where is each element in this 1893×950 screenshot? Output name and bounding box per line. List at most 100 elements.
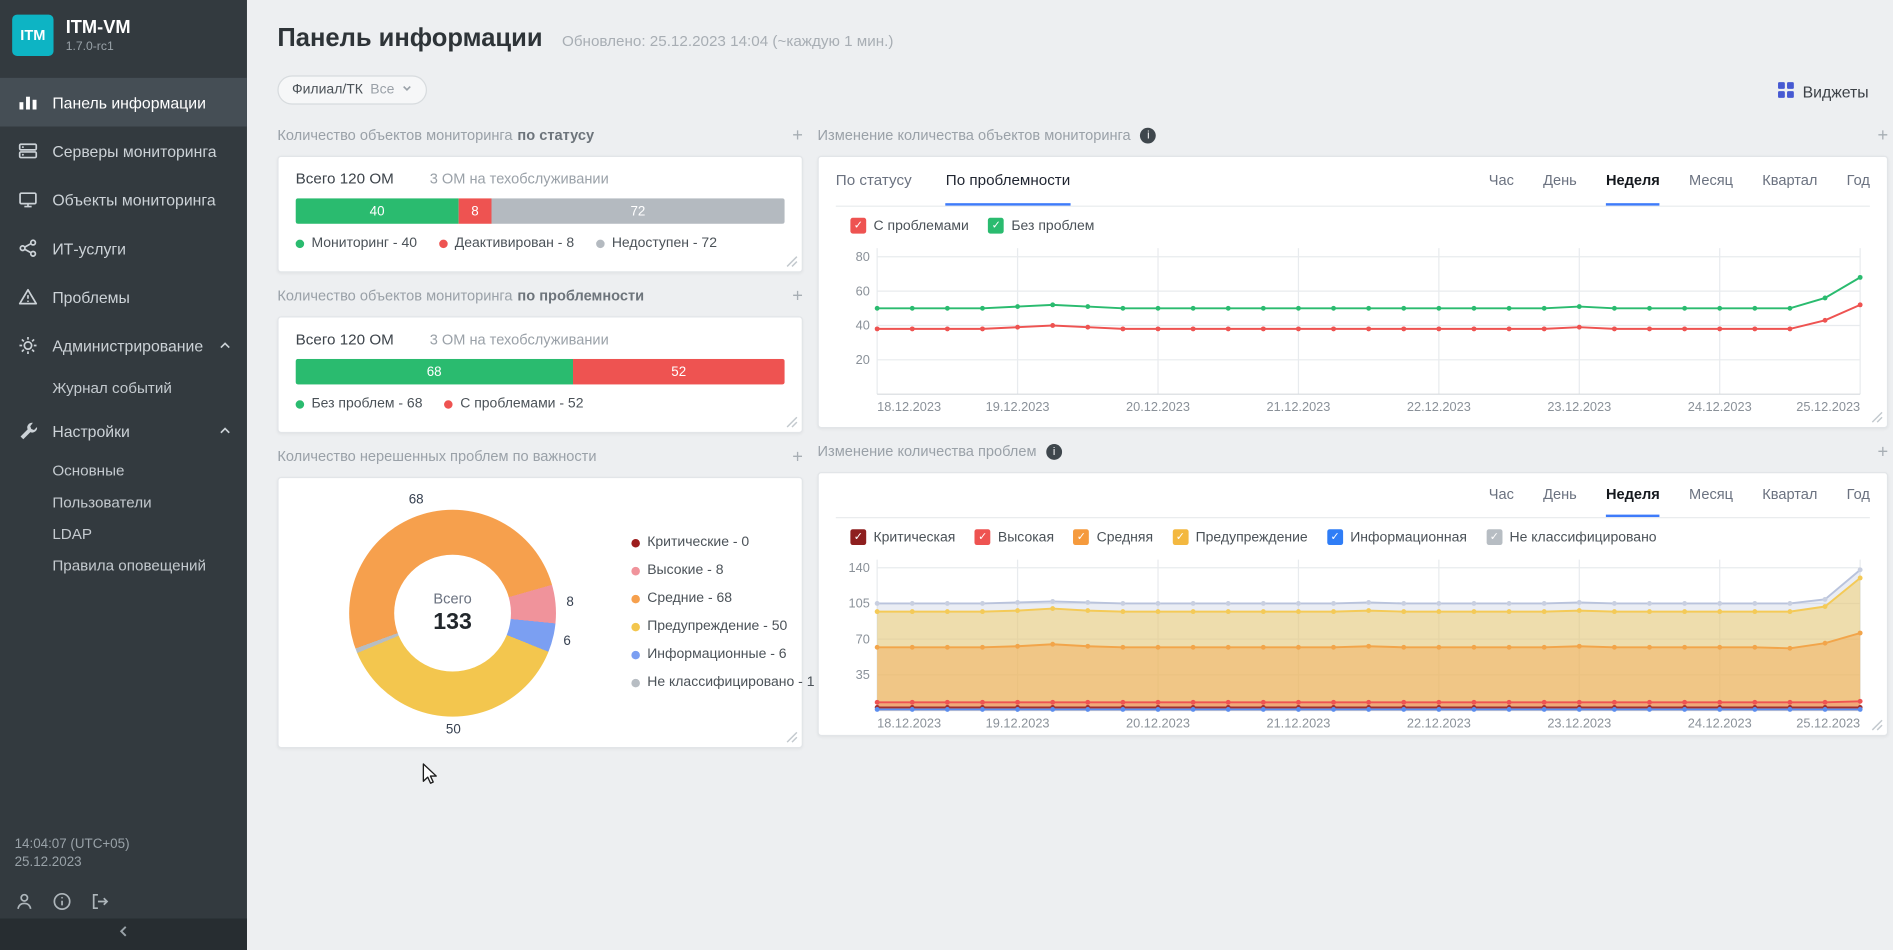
branch-filter-chip[interactable]: Филиал/ТК Все: [277, 75, 428, 105]
tab-time-range[interactable]: Квартал: [1762, 473, 1817, 517]
tab-time-range[interactable]: Год: [1847, 157, 1870, 206]
drag-handle-icon[interactable]: [1877, 442, 1888, 460]
resize-handle-icon[interactable]: [786, 255, 798, 267]
legend-dot: [438, 239, 448, 248]
sidebar-collapse-button[interactable]: [0, 918, 247, 950]
legend-label: Средние - 68: [647, 591, 733, 606]
grid-icon: [1777, 81, 1794, 102]
info-icon[interactable]: [1140, 127, 1157, 143]
tab-time-range[interactable]: Месяц: [1689, 157, 1733, 206]
resize-handle-icon[interactable]: [1871, 411, 1883, 423]
tab-chart-mode[interactable]: По проблемности: [945, 157, 1071, 206]
sidebar-item-settings-ldap[interactable]: LDAP: [0, 518, 247, 550]
sidebar-item-settings-basic[interactable]: Основные: [0, 455, 247, 487]
info-icon[interactable]: [1046, 443, 1063, 460]
svg-text:18.12.2023: 18.12.2023: [877, 716, 941, 731]
widget-title-text: Количество объектов мониторинга: [277, 126, 513, 144]
checkbox-icon[interactable]: [1172, 529, 1189, 546]
sidebar-item-label: Серверы мониторинга: [52, 141, 217, 160]
widget-problems-by-severity: Количество нерешенных проблем по важност…: [277, 448, 815, 749]
om-change-line-chart: 18.12.2023 19.12.2023 20.12.2023 21.12.2023…: [856, 248, 1863, 414]
sidebar-item-administration[interactable]: Администрирование: [0, 321, 247, 370]
legend-label: Высокая: [997, 529, 1055, 545]
legend-checkbox-item[interactable]: Информационная: [1327, 529, 1467, 546]
sidebar-item-settings[interactable]: Настройки: [0, 406, 247, 455]
widget-title: Изменение количества проблем: [818, 443, 1889, 460]
widget-title-text: Изменение количества проблем: [817, 442, 1037, 460]
tab-time-range[interactable]: День: [1543, 157, 1577, 206]
checkbox-icon[interactable]: [1486, 529, 1503, 546]
widget-title: Количество нерешенных проблем по важност…: [277, 448, 803, 465]
tab-time-range[interactable]: День: [1543, 473, 1577, 517]
sidebar-item-it-services[interactable]: ИТ-услуги: [0, 224, 247, 273]
sidebar-item-settings-users[interactable]: Пользователи: [0, 487, 247, 519]
sidebar: ITM ITM-VM 1.7.0-rc1 Панель информации С…: [0, 0, 247, 950]
sidebar-item-event-log[interactable]: Журнал событий: [0, 370, 247, 406]
legend-checkbox-item[interactable]: Средняя: [1073, 529, 1153, 546]
legend-item: Без проблем - 68: [295, 397, 422, 411]
legend-dot: [295, 239, 305, 248]
tab-time-range[interactable]: Час: [1489, 473, 1514, 517]
legend-label: Информационные - 6: [647, 647, 787, 662]
svg-text:105: 105: [849, 596, 870, 611]
checkbox-icon[interactable]: [850, 529, 867, 546]
drag-handle-icon[interactable]: [1877, 126, 1888, 144]
widgets-button[interactable]: Виджеты: [1777, 75, 1869, 107]
info-icon[interactable]: [52, 892, 71, 911]
last-updated-text: Обновлено: 25.12.2023 14:04 (~каждую 1 м…: [562, 32, 894, 50]
resize-handle-icon[interactable]: [1871, 719, 1883, 731]
tab-time-range[interactable]: Час: [1489, 157, 1514, 206]
filter-value: Все: [370, 82, 395, 98]
bar-segment: 40: [295, 198, 459, 224]
sidebar-item-label: Настройки: [52, 421, 130, 440]
status-legend: Мониторинг - 40 Деактивирован - 8 Недоступ…: [295, 236, 785, 251]
totals-row: Всего 120 ОМ 3 ОМ на техобслуживании: [296, 331, 785, 348]
checkbox-icon[interactable]: [974, 529, 991, 546]
checkbox-icon[interactable]: [1073, 529, 1090, 546]
donut-center: Всего 133: [394, 554, 511, 671]
svg-text:21.12.2023: 21.12.2023: [1266, 399, 1330, 414]
sidebar-item-dashboard[interactable]: Панель информации: [0, 77, 247, 127]
drag-handle-icon[interactable]: [792, 287, 803, 305]
legend-dot: [295, 399, 305, 409]
share-icon: [17, 238, 39, 257]
user-icon[interactable]: [15, 892, 34, 911]
chart-controls-row: Час День Неделя Месяц Квартал Год: [835, 473, 1870, 519]
svg-text:20.12.2023: 20.12.2023: [1126, 716, 1190, 731]
legend-checkbox-item[interactable]: Не классифицировано: [1486, 529, 1657, 546]
sidebar-menu: Панель информации Серверы мониторинга Об…: [0, 77, 247, 582]
legend-checkbox-item[interactable]: С проблемами: [850, 217, 969, 234]
tab-time-range[interactable]: Неделя: [1605, 473, 1660, 518]
tab-time-range[interactable]: Неделя: [1605, 157, 1660, 206]
sidebar-item-label: ИТ-услуги: [52, 239, 126, 258]
sidebar-item-label: Основные: [52, 462, 125, 480]
tab-time-range[interactable]: Месяц: [1689, 473, 1733, 517]
tab-time-range[interactable]: Год: [1847, 473, 1870, 517]
sidebar-item-settings-alert-rules[interactable]: Правила оповещений: [0, 550, 247, 582]
app-name: ITM-VM: [65, 17, 131, 38]
checkbox-icon[interactable]: [850, 217, 867, 234]
legend-checkbox-item[interactable]: Высокая: [974, 529, 1055, 546]
drag-handle-icon[interactable]: [792, 126, 803, 144]
legend-label: С проблемами - 52: [460, 396, 584, 412]
legend-checkbox-item[interactable]: Без проблем: [988, 217, 1094, 234]
legend-checkbox-item[interactable]: Критическая: [850, 529, 955, 546]
resize-handle-icon[interactable]: [786, 731, 798, 743]
sidebar-item-objects[interactable]: Объекты мониторинга: [0, 175, 247, 224]
resize-handle-icon[interactable]: [786, 416, 798, 428]
logout-icon[interactable]: [90, 892, 109, 911]
checkbox-icon[interactable]: [1327, 529, 1343, 546]
legend-checkbox-item[interactable]: Предупреждение: [1172, 529, 1308, 546]
checkbox-icon[interactable]: [988, 217, 1005, 234]
chevron-down-icon: [402, 83, 413, 98]
svg-text:22.12.2023: 22.12.2023: [1407, 399, 1471, 414]
svg-text:80: 80: [856, 249, 870, 264]
tab-chart-mode[interactable]: По статусу: [836, 157, 912, 206]
drag-handle-icon[interactable]: [792, 447, 803, 465]
sidebar-item-servers[interactable]: Серверы мониторинга: [0, 127, 247, 176]
tab-time-range[interactable]: Квартал: [1762, 157, 1817, 206]
chart-controls-row: По статусу По проблемности Час День Неделя М…: [835, 157, 1870, 207]
sidebar-item-problems[interactable]: Проблемы: [0, 273, 247, 322]
legend-label: Мониторинг - 40: [311, 236, 418, 251]
problemness-stacked-bar: 68 52: [295, 358, 785, 385]
